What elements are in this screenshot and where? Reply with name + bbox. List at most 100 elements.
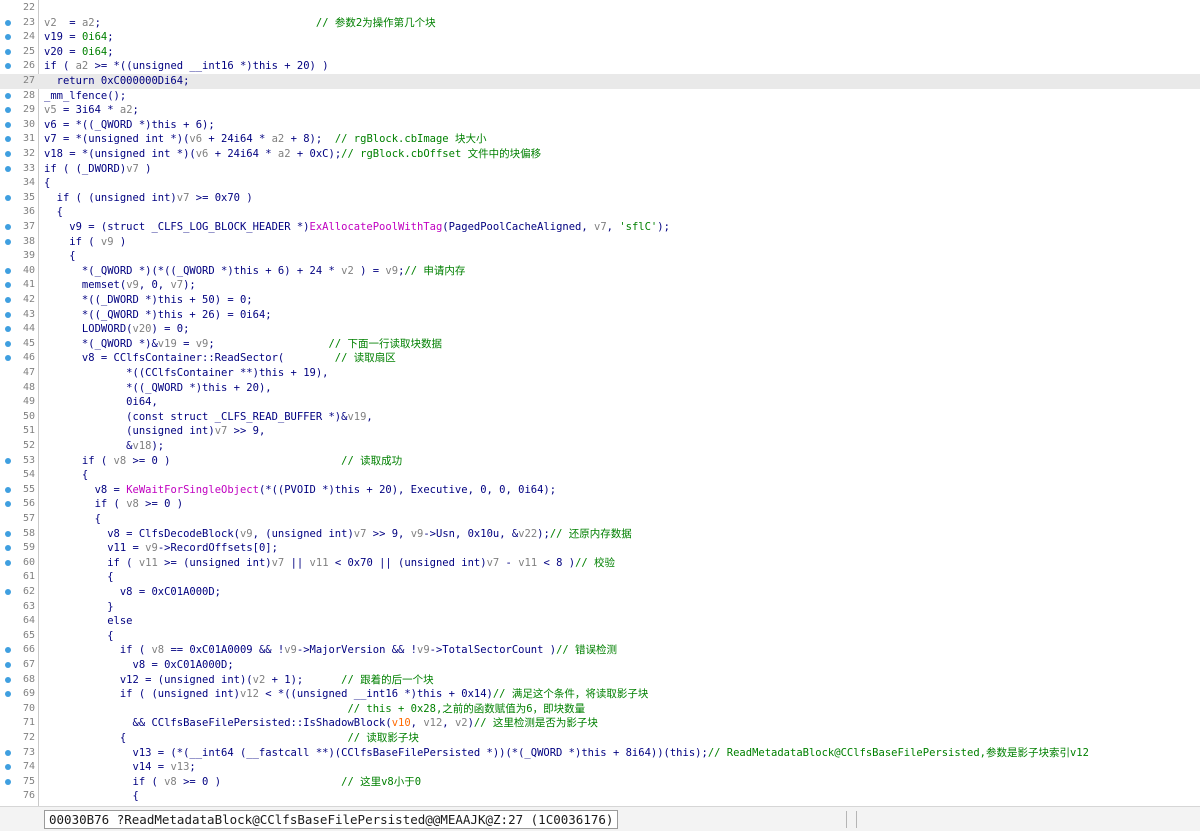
code-line[interactable]: 42 *((_DWORD *)this + 50) = 0;: [0, 293, 1200, 308]
code-line[interactable]: 67 v8 = 0xC01A000D;: [0, 658, 1200, 673]
breakpoint-marker-icon[interactable]: [5, 457, 11, 464]
breakpoint-marker-icon[interactable]: [5, 559, 11, 566]
code-line[interactable]: 47 *((CClfsContainer **)this + 19),: [0, 366, 1200, 381]
code-line[interactable]: 68 v12 = (unsigned int)(v2 + 1); // 跟着的后…: [0, 673, 1200, 688]
breakpoint-marker-icon[interactable]: [5, 355, 11, 362]
breakpoint-marker-icon[interactable]: [5, 486, 11, 493]
code-line[interactable]: 33 if ( (_DWORD)v7 ): [0, 162, 1200, 177]
code-line[interactable]: 66 if ( v8 == 0xC01A0009 && !v9->MajorVe…: [0, 643, 1200, 658]
code-line[interactable]: 53 if ( v8 >= 0 ) // 读取成功: [0, 454, 1200, 469]
breakpoint-marker-icon[interactable]: [5, 326, 11, 333]
code-line[interactable]: 46 v8 = CClfsContainer::ReadSector( // 读…: [0, 351, 1200, 366]
breakpoint-marker-icon[interactable]: [5, 662, 11, 668]
code-token: (const struct _CLFS_READ_BUFFER *)&: [44, 410, 348, 423]
code-line[interactable]: 49 0i64,: [0, 395, 1200, 410]
code-line[interactable]: 39 {: [0, 249, 1200, 264]
code-line[interactable]: 45 *(_QWORD *)&v19 = v9; // 下面一行读取块数据: [0, 337, 1200, 352]
code-line[interactable]: 63 }: [0, 600, 1200, 615]
code-line[interactable]: 51 (unsigned int)v7 >> 9,: [0, 424, 1200, 439]
code-line[interactable]: 76 {: [0, 789, 1200, 804]
code-line[interactable]: 24 v19 = 0i64;: [0, 30, 1200, 45]
breakpoint-marker-icon[interactable]: [5, 165, 11, 172]
code-token: =: [176, 337, 196, 350]
code-line[interactable]: 69 if ( (unsigned int)v12 < *((unsigned …: [0, 687, 1200, 702]
breakpoint-marker-icon[interactable]: [5, 311, 11, 318]
code-text: if ( (unsigned int)v7 >= 0x70 ): [44, 191, 253, 206]
code-line[interactable]: 52 &v18);: [0, 439, 1200, 454]
code-line[interactable]: 44 LODWORD(v20) = 0;: [0, 322, 1200, 337]
code-line[interactable]: 50 (const struct _CLFS_READ_BUFFER *)&v1…: [0, 410, 1200, 425]
code-line[interactable]: 34 {: [0, 176, 1200, 191]
code-line[interactable]: 70 // this + 0x28,之前的函数赋值为6，即块数量: [0, 702, 1200, 717]
code-line[interactable]: 37 v9 = (struct _CLFS_LOG_BLOCK_HEADER *…: [0, 220, 1200, 235]
code-line[interactable]: 27 return 0xC000000Di64;: [0, 74, 1200, 89]
code-line[interactable]: 72 { // 读取影子块: [0, 731, 1200, 746]
breakpoint-marker-icon[interactable]: [5, 238, 11, 245]
code-line[interactable]: 26 if ( a2 >= *((unsigned __int16 *)this …: [0, 59, 1200, 74]
code-line[interactable]: 25 v20 = 0i64;: [0, 45, 1200, 60]
code-line[interactable]: 56 if ( v8 >= 0 ): [0, 497, 1200, 512]
breakpoint-marker-icon[interactable]: [5, 545, 11, 552]
breakpoint-marker-icon[interactable]: [5, 676, 11, 683]
breakpoint-marker-icon[interactable]: [5, 749, 11, 756]
line-number: 59: [22, 542, 35, 554]
breakpoint-marker-icon[interactable]: [5, 92, 11, 99]
code-line[interactable]: 23 v2 = a2; // 参数2为操作第几个块: [0, 16, 1200, 31]
address-status[interactable]: 00030B76 ?ReadMetadataBlock@CClfsBaseFil…: [44, 810, 619, 829]
code-line[interactable]: 38 if ( v9 ): [0, 235, 1200, 250]
code-line[interactable]: 48 *((_QWORD *)this + 20),: [0, 381, 1200, 396]
breakpoint-marker-icon[interactable]: [5, 501, 11, 508]
code-line[interactable]: 74 v14 = v13;: [0, 760, 1200, 775]
code-line[interactable]: 61 {: [0, 570, 1200, 585]
code-line[interactable]: 28 _mm_lfence();: [0, 89, 1200, 104]
code-line[interactable]: 71 && CClfsBaseFilePersisted::IsShadowBl…: [0, 716, 1200, 731]
code-line[interactable]: 54 {: [0, 468, 1200, 483]
breakpoint-marker-icon[interactable]: [5, 647, 11, 654]
code-line[interactable]: 36 {: [0, 205, 1200, 220]
code-line[interactable]: 60 if ( v11 >= (unsigned int)v7 || v11 <…: [0, 556, 1200, 571]
code-line[interactable]: 35 if ( (unsigned int)v7 >= 0x70 ): [0, 191, 1200, 206]
code-line[interactable]: 29 v5 = 3i64 * a2;: [0, 103, 1200, 118]
breakpoint-marker-icon[interactable]: [5, 107, 11, 114]
line-number: 47: [22, 367, 35, 378]
breakpoint-marker-icon[interactable]: [5, 297, 11, 303]
code-line[interactable]: 58 v8 = ClfsDecodeBlock(v9, (unsigned in…: [0, 527, 1200, 542]
code-line[interactable]: 59 v11 = v9->RecordOffsets[0];: [0, 541, 1200, 556]
breakpoint-marker-icon[interactable]: [5, 194, 11, 201]
breakpoint-marker-icon[interactable]: [5, 63, 11, 70]
code-line[interactable]: 57 {: [0, 512, 1200, 527]
breakpoint-marker-icon[interactable]: [5, 34, 11, 41]
breakpoint-marker-icon[interactable]: [5, 19, 11, 26]
code-line[interactable]: 55 v8 = KeWaitForSingleObject(*((PVOID *…: [0, 483, 1200, 498]
breakpoint-marker-icon[interactable]: [5, 282, 11, 289]
code-line[interactable]: 75 if ( v8 >= 0 ) // 这里v8小于0: [0, 775, 1200, 790]
code-token: >= (unsigned int): [157, 556, 272, 569]
breakpoint-marker-icon[interactable]: [5, 48, 11, 55]
code-line[interactable]: 62 v8 = 0xC01A000D;: [0, 585, 1200, 600]
breakpoint-marker-icon[interactable]: [5, 267, 11, 274]
code-text: if ( v8 == 0xC01A0009 && !v9->MajorVersi…: [44, 643, 617, 658]
code-line[interactable]: 22: [0, 1, 1200, 16]
breakpoint-marker-icon[interactable]: [5, 778, 11, 785]
breakpoint-marker-icon[interactable]: [5, 764, 11, 771]
line-number: 41: [22, 279, 35, 291]
code-line[interactable]: 31 v7 = *(unsigned int *)(v6 + 24i64 * a2…: [0, 132, 1200, 147]
code-text: if ( v9 ): [44, 235, 126, 250]
pseudocode-view[interactable]: 22 23 v2 = a2; // 参数2为操作第几个块 24 v19 = 0i64; 2…: [0, 0, 1200, 806]
code-line[interactable]: 41 memset(v9, 0, v7);: [0, 278, 1200, 293]
code-line[interactable]: 65 {: [0, 629, 1200, 644]
code-line[interactable]: 43 *((_QWORD *)this + 26) = 0i64;: [0, 308, 1200, 323]
code-line[interactable]: 73 v13 = (*(__int64 (__fastcall **)(CClf…: [0, 746, 1200, 761]
breakpoint-marker-icon[interactable]: [5, 340, 11, 347]
breakpoint-marker-icon[interactable]: [5, 530, 11, 537]
breakpoint-marker-icon[interactable]: [5, 224, 11, 230]
breakpoint-marker-icon[interactable]: [5, 121, 11, 128]
breakpoint-marker-icon[interactable]: [5, 691, 11, 698]
code-line[interactable]: 32 v18 = *(unsigned int *)(v6 + 24i64 * a…: [0, 147, 1200, 162]
code-line[interactable]: 64 else: [0, 614, 1200, 629]
code-line[interactable]: 40 *(_QWORD *)(*((_QWORD *)this + 6) + 2…: [0, 264, 1200, 279]
breakpoint-marker-icon[interactable]: [5, 589, 11, 595]
code-line[interactable]: 30 v6 = *((_QWORD *)this + 6);: [0, 118, 1200, 133]
breakpoint-marker-icon[interactable]: [5, 136, 11, 143]
breakpoint-marker-icon[interactable]: [5, 151, 11, 157]
